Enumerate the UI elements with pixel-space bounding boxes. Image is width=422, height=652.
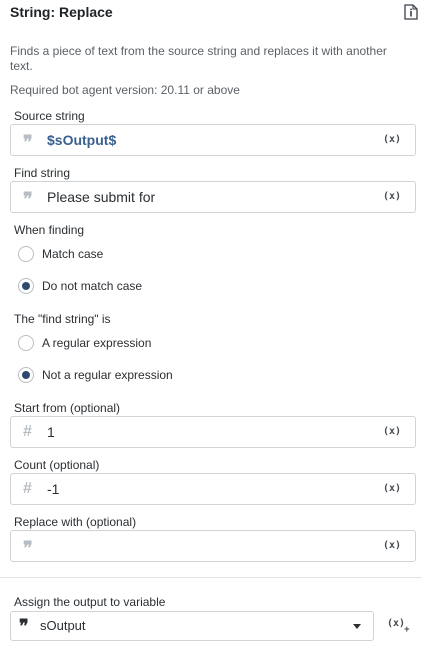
- create-variable-button[interactable]: (x)+: [387, 618, 410, 635]
- count-value: -1: [47, 481, 60, 497]
- create-variable-label: (x): [387, 618, 406, 629]
- section-divider: [0, 577, 422, 578]
- insert-variable-button[interactable]: (x): [383, 540, 401, 551]
- start-from-label: Start from (optional): [14, 401, 121, 415]
- insert-variable-button[interactable]: (x): [383, 483, 401, 494]
- do-not-match-case-label[interactable]: Do not match case: [42, 279, 142, 293]
- find-string-type-label: The "find string" is: [14, 312, 111, 326]
- info-icon[interactable]: [404, 4, 418, 20]
- start-from-field[interactable]: # 1 (x): [10, 416, 416, 448]
- find-string-field[interactable]: ❞ Please submit for (x): [10, 181, 416, 213]
- output-variable-select[interactable]: ❞ sOutput: [10, 611, 374, 641]
- quote-icon: ❞: [19, 616, 29, 637]
- replace-with-label: Replace with (optional): [14, 515, 137, 529]
- source-string-value: $sOutput$: [47, 132, 117, 148]
- match-case-label[interactable]: Match case: [42, 247, 103, 261]
- do-not-match-case-radio[interactable]: [18, 278, 34, 294]
- insert-variable-button[interactable]: (x): [383, 426, 401, 437]
- not-regular-expression-label[interactable]: Not a regular expression: [42, 368, 173, 382]
- panel-header: String: Replace: [10, 2, 420, 24]
- source-string-field[interactable]: ❞ $sOutput$ (x): [10, 124, 416, 156]
- not-regular-expression-radio[interactable]: [18, 367, 34, 383]
- page-title: String: Replace: [10, 4, 113, 20]
- count-field[interactable]: # -1 (x): [10, 473, 416, 505]
- insert-variable-button[interactable]: (x): [383, 134, 401, 145]
- number-icon: #: [23, 480, 32, 497]
- find-string-value: Please submit for: [47, 189, 156, 205]
- chevron-down-icon: [353, 624, 361, 629]
- required-version: Required bot agent version: 20.11 or abo…: [10, 83, 240, 97]
- output-variable-value: sOutput: [40, 618, 86, 633]
- number-icon: #: [23, 423, 32, 440]
- quote-icon: ❞: [23, 132, 33, 153]
- when-finding-label: When finding: [14, 223, 85, 237]
- count-label: Count (optional): [14, 458, 100, 472]
- insert-variable-button[interactable]: (x): [383, 191, 401, 202]
- find-string-label: Find string: [14, 166, 71, 180]
- regular-expression-label[interactable]: A regular expression: [42, 336, 151, 350]
- replace-with-field[interactable]: ❞ (x): [10, 530, 416, 562]
- plus-icon: +: [404, 625, 410, 635]
- quote-icon: ❞: [23, 189, 33, 210]
- action-description: Finds a piece of text from the source st…: [10, 44, 387, 73]
- quote-icon: ❞: [23, 538, 33, 559]
- match-case-radio[interactable]: [18, 246, 34, 262]
- assign-output-label: Assign the output to variable: [14, 595, 166, 609]
- source-string-label: Source string: [14, 109, 85, 123]
- regular-expression-radio[interactable]: [18, 335, 34, 351]
- start-from-value: 1: [47, 424, 55, 440]
